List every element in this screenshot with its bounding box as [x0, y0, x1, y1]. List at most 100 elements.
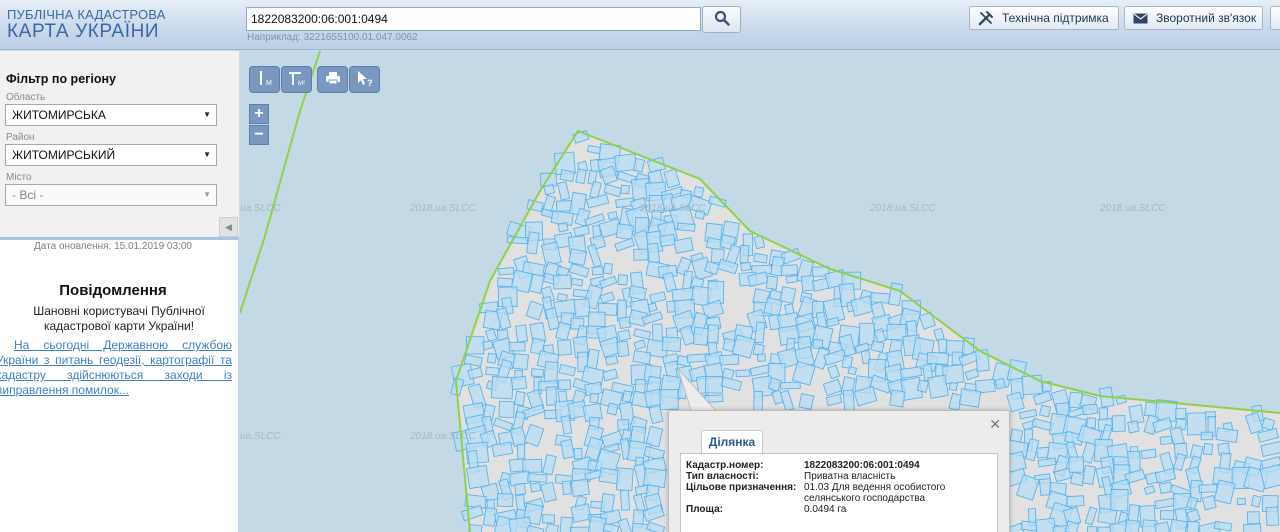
land-parcel[interactable] [1250, 494, 1262, 508]
land-parcel[interactable] [1168, 518, 1188, 532]
land-parcel[interactable] [1186, 520, 1200, 532]
notice-link[interactable]: На сьогодні Державною службою України з … [0, 338, 232, 398]
land-parcel[interactable] [1200, 431, 1214, 441]
land-parcel[interactable] [693, 185, 705, 199]
land-parcel[interactable] [632, 350, 652, 365]
land-parcel[interactable] [643, 467, 667, 489]
land-parcel[interactable] [570, 277, 584, 287]
land-parcel[interactable] [842, 389, 855, 412]
land-parcel[interactable] [1034, 517, 1057, 532]
land-parcel[interactable] [1066, 495, 1085, 507]
land-parcel[interactable] [603, 262, 613, 275]
land-parcel[interactable] [926, 351, 949, 365]
land-parcel[interactable] [522, 458, 543, 474]
land-parcel[interactable] [558, 379, 571, 391]
land-parcel[interactable] [600, 493, 615, 514]
land-parcel[interactable] [517, 443, 526, 461]
land-parcel[interactable] [1069, 471, 1086, 487]
land-parcel[interactable] [617, 329, 631, 342]
land-parcel[interactable] [606, 402, 619, 416]
land-parcel[interactable] [512, 352, 529, 371]
print-button[interactable] [317, 66, 348, 93]
land-parcel[interactable] [798, 393, 815, 410]
land-parcel[interactable] [496, 277, 513, 288]
land-parcel[interactable] [568, 248, 588, 266]
land-parcel[interactable] [498, 400, 515, 419]
land-parcel[interactable] [591, 266, 604, 276]
collapse-sidebar-button[interactable]: ◀ [219, 217, 238, 237]
land-parcel[interactable] [739, 244, 750, 264]
land-parcel[interactable] [780, 264, 799, 276]
land-parcel[interactable] [1215, 427, 1239, 444]
land-parcel[interactable] [570, 503, 592, 523]
land-parcel[interactable] [514, 390, 526, 407]
land-parcel[interactable] [1081, 403, 1099, 416]
land-parcel[interactable] [529, 482, 542, 493]
map-canvas[interactable]: 2018.ua.SLCC 2018.ua.SLCC 2018.ua.SLCC 2… [240, 51, 1280, 532]
land-parcel[interactable] [1097, 507, 1118, 525]
land-parcel[interactable] [958, 388, 982, 408]
land-parcel[interactable] [858, 322, 875, 346]
city-select[interactable]: - Всі - ▼ [5, 184, 217, 206]
land-parcel[interactable] [707, 324, 720, 344]
land-parcel[interactable] [1020, 520, 1038, 532]
raion-select[interactable]: ЖИТОМИРСЬКИЙ ▼ [5, 144, 217, 166]
land-parcel[interactable] [847, 365, 858, 376]
land-parcel[interactable] [569, 526, 592, 532]
land-parcel[interactable] [785, 274, 799, 284]
land-parcel[interactable] [530, 368, 545, 378]
app-logo[interactable]: ПУБЛІЧНА КАДАСТРОВА КАРТА УКРАЇНИ [7, 8, 166, 43]
land-parcel[interactable] [1242, 523, 1262, 532]
land-parcel[interactable] [616, 340, 630, 358]
land-parcel[interactable] [707, 280, 725, 304]
land-parcel[interactable] [542, 514, 556, 524]
identify-button[interactable]: ? [349, 66, 380, 93]
more-header-button[interactable] [1270, 6, 1280, 30]
land-parcel[interactable] [1086, 417, 1097, 429]
land-parcel[interactable] [1086, 526, 1098, 532]
land-parcel[interactable] [573, 298, 591, 318]
land-parcel[interactable] [508, 341, 526, 352]
land-parcel[interactable] [561, 480, 572, 495]
land-parcel[interactable] [812, 338, 824, 350]
land-parcel[interactable] [1201, 494, 1217, 511]
land-parcel[interactable] [735, 369, 751, 378]
land-parcel[interactable] [466, 464, 490, 490]
land-parcel[interactable] [1246, 511, 1260, 525]
cadastral-search-input[interactable] [246, 7, 701, 31]
land-parcel[interactable] [754, 321, 766, 344]
land-parcel[interactable] [621, 390, 633, 403]
land-parcel[interactable] [651, 323, 663, 343]
land-parcel[interactable] [486, 352, 498, 364]
land-parcel[interactable] [527, 473, 548, 483]
land-parcel[interactable] [1198, 484, 1218, 493]
land-parcel[interactable] [1127, 420, 1140, 434]
land-parcel[interactable] [1236, 497, 1246, 506]
land-parcel[interactable] [557, 222, 569, 233]
land-parcel[interactable] [540, 172, 557, 187]
land-parcel[interactable] [1202, 442, 1214, 456]
land-parcel[interactable] [510, 375, 528, 391]
close-icon[interactable]: ✕ [989, 416, 1001, 433]
measure-area-button[interactable]: M² [281, 66, 312, 93]
land-parcel[interactable] [615, 223, 635, 241]
land-parcel[interactable] [575, 168, 587, 185]
land-parcel[interactable] [1081, 464, 1097, 485]
land-parcel[interactable] [556, 339, 572, 356]
land-parcel[interactable] [553, 274, 572, 290]
land-parcel[interactable] [753, 390, 764, 412]
land-parcel[interactable] [589, 392, 600, 404]
land-parcel[interactable] [498, 267, 515, 276]
measure-distance-button[interactable]: M [249, 66, 280, 93]
land-parcel[interactable] [757, 353, 766, 362]
search-button[interactable] [702, 6, 741, 33]
land-parcel[interactable] [607, 210, 619, 221]
land-parcel[interactable] [740, 261, 752, 272]
land-parcel[interactable] [673, 237, 694, 254]
zoom-out-button[interactable]: − [249, 125, 269, 145]
land-parcel[interactable] [1186, 412, 1207, 436]
land-parcel[interactable] [617, 274, 629, 286]
land-parcel[interactable] [490, 376, 514, 400]
land-parcel[interactable] [719, 354, 740, 366]
land-parcel[interactable] [692, 326, 709, 346]
